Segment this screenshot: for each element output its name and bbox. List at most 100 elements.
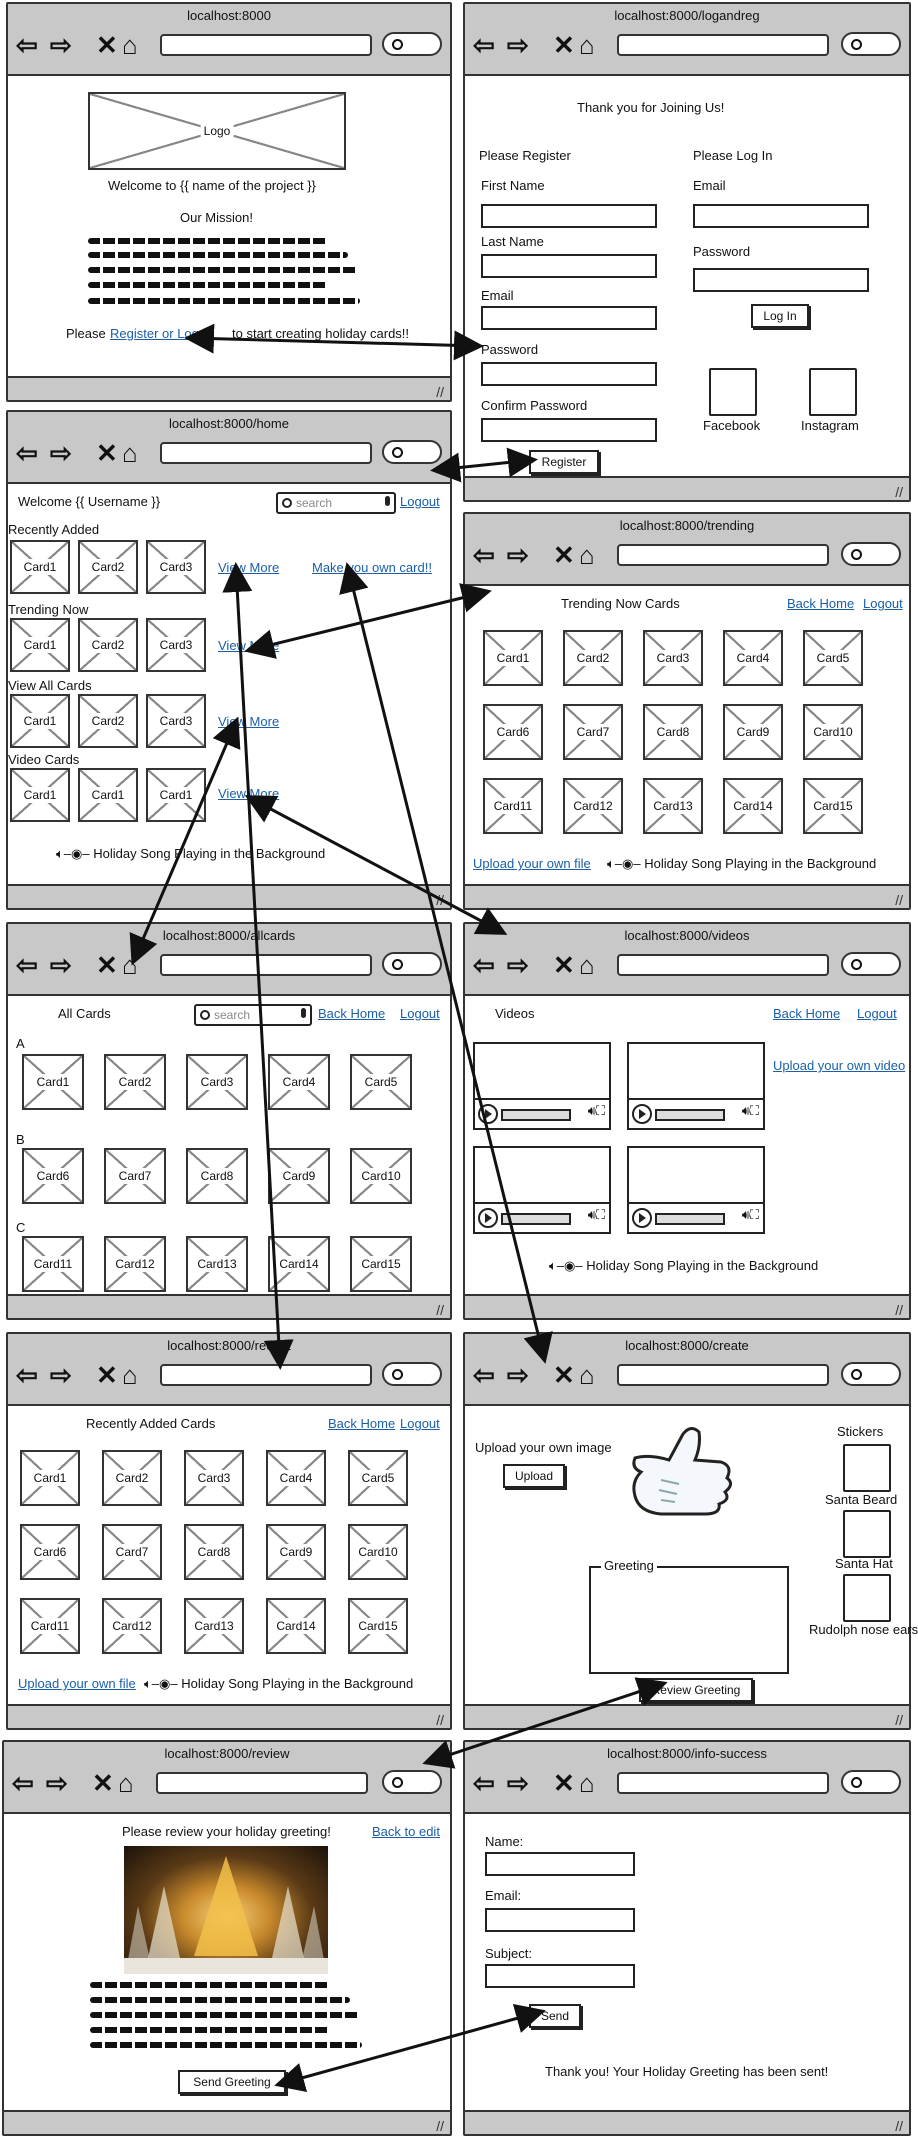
search-button[interactable] <box>841 32 901 56</box>
instagram-icon[interactable] <box>809 368 857 416</box>
card-thumbnail[interactable]: Card3 <box>146 618 206 672</box>
address-bar[interactable] <box>617 1772 829 1794</box>
forward-arrow-icon[interactable]: ⇨ <box>46 1770 68 1796</box>
confirm-password-field[interactable] <box>481 418 657 442</box>
home-icon[interactable]: ⌂ <box>122 1362 138 1388</box>
login-button[interactable]: Log In <box>751 304 809 328</box>
card-thumbnail[interactable]: Card2 <box>78 694 138 748</box>
card-thumbnail[interactable]: Card4 <box>266 1450 326 1506</box>
register-login-link[interactable]: Register or Log In <box>110 326 213 341</box>
forward-arrow-icon[interactable]: ⇨ <box>507 1770 529 1796</box>
home-icon[interactable]: ⌂ <box>579 1362 595 1388</box>
card-thumbnail[interactable]: Card5 <box>350 1054 412 1110</box>
card-thumbnail[interactable]: Card4 <box>723 630 783 686</box>
card-thumbnail[interactable]: Card15 <box>350 1236 412 1292</box>
search-button[interactable] <box>382 1770 442 1794</box>
card-thumbnail[interactable]: Card7 <box>104 1148 166 1204</box>
card-thumbnail[interactable]: Card7 <box>102 1524 162 1580</box>
address-bar[interactable] <box>156 1772 368 1794</box>
card-thumbnail[interactable]: Card11 <box>20 1598 80 1654</box>
address-bar[interactable] <box>160 1364 372 1386</box>
card-thumbnail[interactable]: Card3 <box>184 1450 244 1506</box>
card-thumbnail[interactable]: Card10 <box>348 1524 408 1580</box>
view-more-video-link[interactable]: View More <box>218 786 279 801</box>
card-thumbnail[interactable]: Card6 <box>22 1148 84 1204</box>
back-arrow-icon[interactable]: ⇦ <box>16 1362 38 1388</box>
card-thumbnail[interactable]: Card5 <box>803 630 863 686</box>
last-name-field[interactable] <box>481 254 657 278</box>
card-thumbnail[interactable]: Card14 <box>723 778 783 834</box>
play-icon[interactable] <box>478 1104 498 1124</box>
home-icon[interactable]: ⌂ <box>118 1770 134 1796</box>
home-icon[interactable]: ⌂ <box>122 32 138 58</box>
email-field[interactable] <box>485 1908 635 1932</box>
login-email-field[interactable] <box>693 204 869 228</box>
address-bar[interactable] <box>160 442 372 464</box>
sticker-slot[interactable] <box>843 1510 891 1558</box>
forward-arrow-icon[interactable]: ⇨ <box>507 952 529 978</box>
speaker-icon[interactable]: 🔈︎–◉– <box>549 1258 583 1273</box>
card-thumbnail[interactable]: Card1 <box>20 1450 80 1506</box>
card-thumbnail[interactable]: Card1 <box>10 768 70 822</box>
logout-link[interactable]: Logout <box>863 596 903 611</box>
forward-arrow-icon[interactable]: ⇨ <box>50 1362 72 1388</box>
card-thumbnail[interactable]: Card1 <box>146 768 206 822</box>
send-button[interactable]: Send <box>529 2004 581 2028</box>
logout-link[interactable]: Logout <box>400 1006 440 1021</box>
close-icon[interactable]: ✕ <box>553 1770 575 1796</box>
video-player[interactable]: 🔊︎⛶ <box>627 1042 765 1130</box>
upload-button[interactable]: Upload <box>503 1464 565 1488</box>
back-arrow-icon[interactable]: ⇦ <box>473 542 495 568</box>
song-player[interactable]: 🔈︎–◉– Holiday Song Playing in the Backgr… <box>549 1258 818 1274</box>
greeting-textarea[interactable] <box>589 1566 789 1674</box>
resize-grip-icon[interactable]: // <box>895 484 903 500</box>
search-button[interactable] <box>382 952 442 976</box>
card-thumbnail[interactable]: Card1 <box>483 630 543 686</box>
subject-field[interactable] <box>485 1964 635 1988</box>
card-thumbnail[interactable]: Card3 <box>186 1054 248 1110</box>
forward-arrow-icon[interactable]: ⇨ <box>507 1362 529 1388</box>
microphone-icon[interactable] <box>301 1008 306 1018</box>
search-input[interactable]: search <box>276 492 396 514</box>
close-icon[interactable]: ✕ <box>553 952 575 978</box>
close-icon[interactable]: ✕ <box>96 1362 118 1388</box>
card-thumbnail[interactable]: Card12 <box>563 778 623 834</box>
view-more-recent-link[interactable]: View More <box>218 560 279 575</box>
close-icon[interactable]: ✕ <box>553 1362 575 1388</box>
address-bar[interactable] <box>617 1364 829 1386</box>
card-thumbnail[interactable]: Card13 <box>184 1598 244 1654</box>
speaker-icon[interactable]: 🔈︎–◉– <box>56 846 90 861</box>
song-player[interactable]: 🔈︎–◉– Holiday Song Playing in the Backgr… <box>144 1676 413 1692</box>
name-field[interactable] <box>485 1852 635 1876</box>
card-thumbnail[interactable]: Card1 <box>10 540 70 594</box>
resize-grip-icon[interactable]: // <box>895 1712 903 1728</box>
back-arrow-icon[interactable]: ⇦ <box>16 440 38 466</box>
address-bar[interactable] <box>160 34 372 56</box>
back-arrow-icon[interactable]: ⇦ <box>16 952 38 978</box>
card-thumbnail[interactable]: Card8 <box>643 704 703 760</box>
video-progress[interactable] <box>655 1213 725 1225</box>
volume-fullscreen-icon[interactable]: 🔊︎⛶ <box>588 1207 605 1223</box>
card-thumbnail[interactable]: Card15 <box>348 1598 408 1654</box>
card-thumbnail[interactable]: Card1 <box>10 618 70 672</box>
password-field[interactable] <box>481 362 657 386</box>
review-greeting-button[interactable]: Review Greeting <box>639 1678 753 1702</box>
resize-grip-icon[interactable]: // <box>895 1302 903 1318</box>
resize-grip-icon[interactable]: // <box>895 892 903 908</box>
card-thumbnail[interactable]: Card15 <box>803 778 863 834</box>
speaker-icon[interactable]: 🔈︎–◉– <box>144 1676 178 1691</box>
speaker-icon[interactable]: 🔈︎–◉– <box>607 856 641 871</box>
upload-file-link[interactable]: Upload your own file <box>18 1676 136 1691</box>
volume-fullscreen-icon[interactable]: 🔊︎⛶ <box>742 1207 759 1223</box>
card-thumbnail[interactable]: Card2 <box>563 630 623 686</box>
card-thumbnail[interactable]: Card11 <box>483 778 543 834</box>
play-icon[interactable] <box>632 1104 652 1124</box>
home-icon[interactable]: ⌂ <box>579 952 595 978</box>
card-thumbnail[interactable]: Card2 <box>104 1054 166 1110</box>
card-thumbnail[interactable]: Card8 <box>186 1148 248 1204</box>
logout-link[interactable]: Logout <box>400 1416 440 1431</box>
facebook-icon[interactable] <box>709 368 757 416</box>
forward-arrow-icon[interactable]: ⇨ <box>507 542 529 568</box>
back-home-link[interactable]: Back Home <box>318 1006 385 1021</box>
upload-video-link[interactable]: Upload your own video <box>773 1058 905 1073</box>
